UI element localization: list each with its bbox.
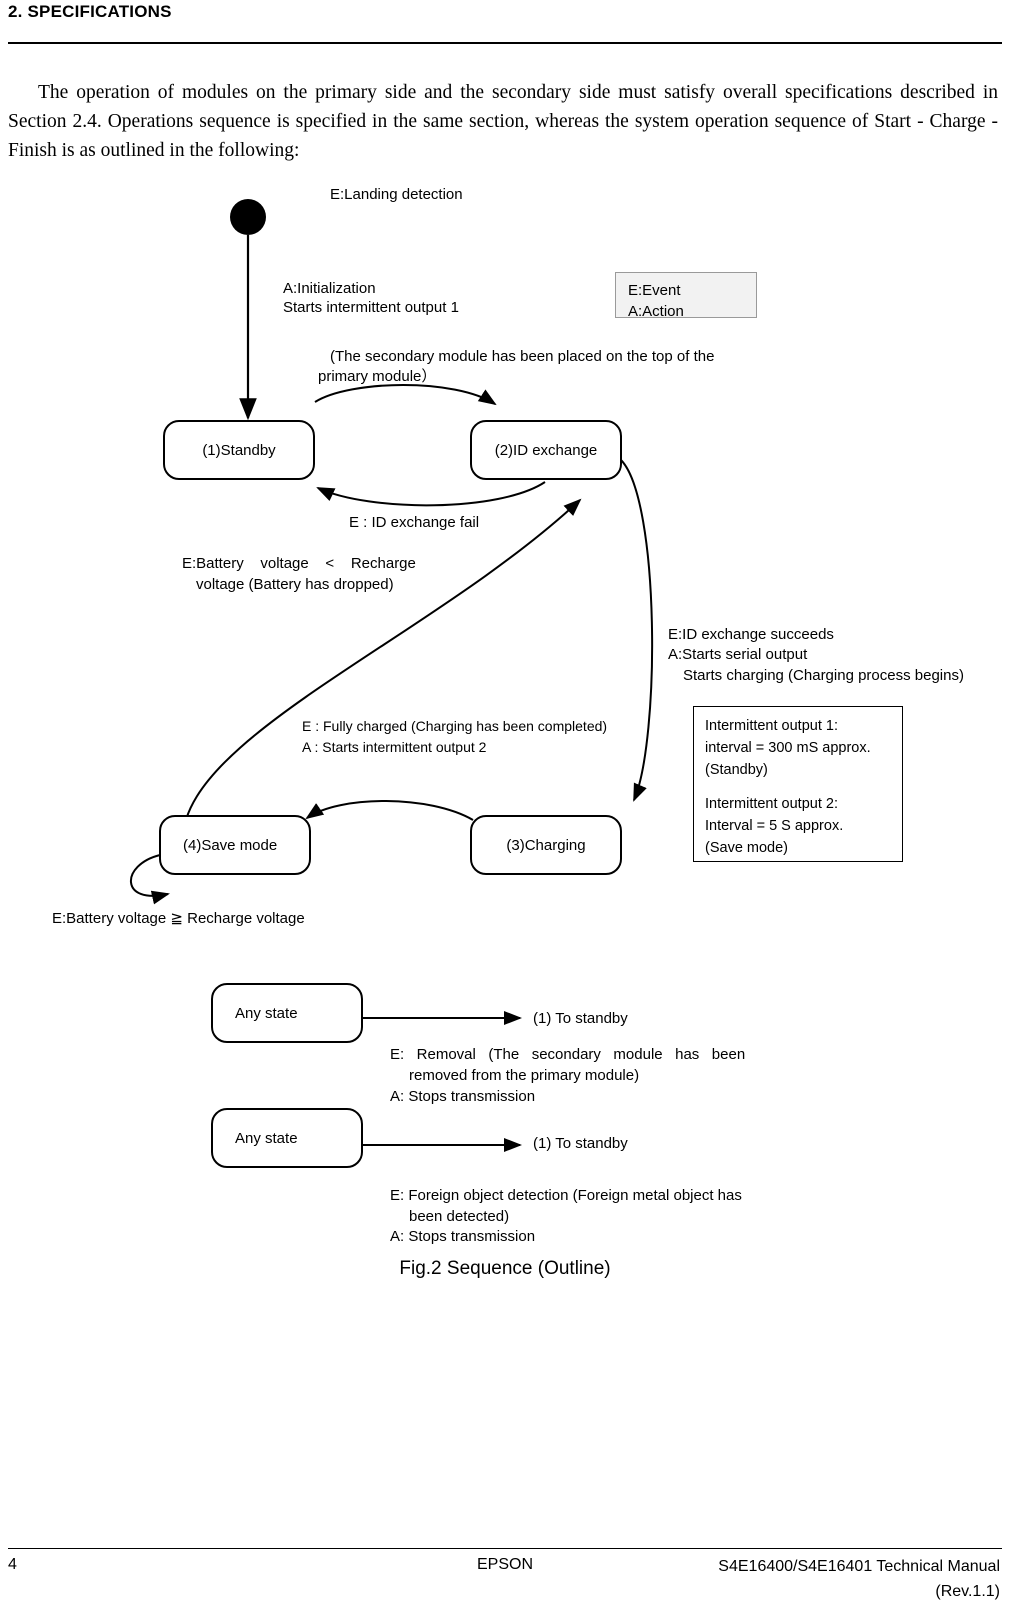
removal-line3: A: Stops transmission <box>390 1088 536 1105</box>
state-any-state-2[interactable]: Any state <box>211 1108 363 1168</box>
state-standby-label: (1)Standby <box>202 441 276 459</box>
transition-fully-charged-line2: A : Starts intermittent output 2 <box>302 739 487 755</box>
state-id-exchange[interactable]: (2)ID exchange <box>470 420 622 480</box>
transition-recharge-ok: E:Battery voltage ≧ Recharge voltage <box>52 910 305 927</box>
footer-divider <box>8 1548 1002 1549</box>
landing-detection-line1: E:Landing detection <box>330 186 463 203</box>
landing-detection-line3: primary module） <box>318 368 437 385</box>
document-page: 2. SPECIFICATIONS The operation of modul… <box>0 0 1010 1624</box>
note-line2: interval = 300 mS approx. <box>705 740 871 756</box>
footer-manual-revision: (Rev.1.1) <box>935 1583 1000 1600</box>
state-any-state-1[interactable]: Any state <box>211 983 363 1043</box>
foreign-object-line1: E: Foreign object detection (Foreign met… <box>390 1187 742 1204</box>
state-save-mode-label: (4)Save mode <box>183 836 278 854</box>
legend-event: E:Event <box>628 282 681 299</box>
legend-box: E:Event A:Action <box>615 272 757 320</box>
note-line3: (Standby) <box>705 762 768 778</box>
transition-to-standby-1: (1) To standby <box>533 1010 628 1027</box>
sequence-diagram: E:Event A:Action A:Initialization Starts… <box>0 0 1010 1624</box>
transition-id-success-line1: E:ID exchange succeeds <box>668 626 834 643</box>
start-label-intermittent: Starts intermittent output 1 <box>283 299 459 316</box>
start-label-initialization: A:Initialization <box>283 280 376 297</box>
removal-line1: E: Removal (The secondary module has bee… <box>390 1046 746 1063</box>
footer-manual-title: S4E16400/S4E16401 Technical Manual <box>718 1558 1000 1575</box>
legend-action: A:Action <box>628 303 684 320</box>
transition-id-success-line3: Starts charging (Charging process begins… <box>683 667 964 684</box>
note-line6: (Save mode) <box>705 840 789 856</box>
note-line1: Intermittent output 1: <box>705 718 838 734</box>
figure-caption: Fig.2 Sequence (Outline) <box>399 1258 611 1279</box>
transition-battery-low-line2: voltage (Battery has dropped) <box>196 576 394 593</box>
foreign-object-line3: A: Stops transmission <box>390 1228 536 1245</box>
transition-id-exchange-fail: E : ID exchange fail <box>349 514 480 531</box>
state-id-exchange-label: (2)ID exchange <box>494 441 598 459</box>
note-spacer <box>705 781 892 793</box>
transition-battery-low-line1: E:Battery voltage < Recharge <box>182 555 416 572</box>
state-any-state-2-label: Any state <box>235 1129 298 1147</box>
transition-to-standby-2: (1) To standby <box>533 1135 628 1152</box>
note-line5: Interval = 5 S approx. <box>705 818 844 834</box>
state-charging-label: (3)Charging <box>506 836 586 854</box>
state-save-mode[interactable]: (4)Save mode <box>159 815 311 875</box>
foreign-object-line2: been detected) <box>409 1208 510 1225</box>
footer-manual: S4E16400/S4E16401 Technical Manual (Rev.… <box>580 1554 1000 1604</box>
state-any-state-1-label: Any state <box>235 1004 298 1022</box>
intermittent-output-note: Intermittent output 1: interval = 300 mS… <box>693 706 903 862</box>
transition-fully-charged-line1: E : Fully charged (Charging has been com… <box>302 718 608 734</box>
landing-detection-line2: (The secondary module has been placed on… <box>330 348 715 365</box>
state-charging[interactable]: (3)Charging <box>470 815 622 875</box>
removal-line2: removed from the primary module) <box>409 1067 640 1084</box>
note-line4: Intermittent output 2: <box>705 796 838 812</box>
transition-id-success-line2: A:Starts serial output <box>668 646 808 663</box>
state-standby[interactable]: (1)Standby <box>163 420 315 480</box>
